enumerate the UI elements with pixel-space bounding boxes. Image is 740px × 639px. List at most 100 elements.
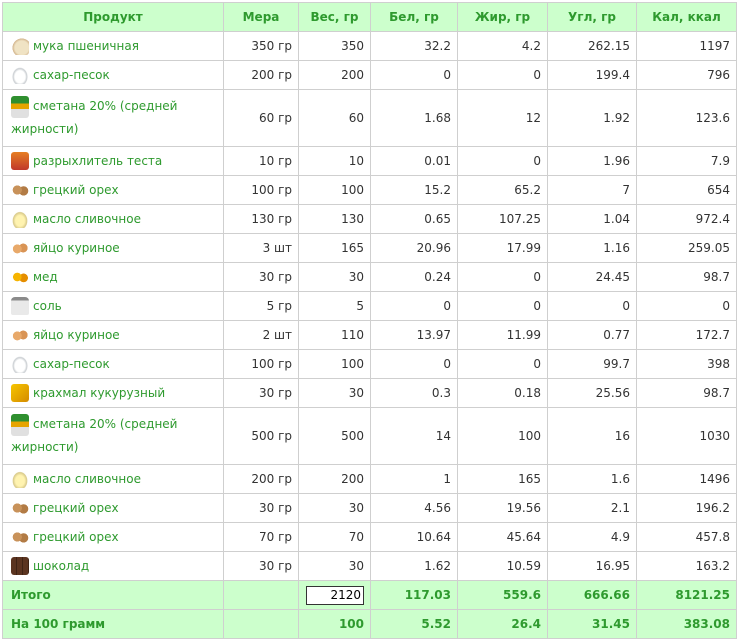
carbs-cell: 16 xyxy=(547,407,637,465)
product-cell: шоколад xyxy=(2,551,224,581)
table-row: мед 30 гр 30 0.24 0 24.45 98.7 xyxy=(2,262,737,292)
kcal-cell: 98.7 xyxy=(636,378,737,408)
walnut-icon xyxy=(11,499,29,517)
measure-cell: 30 гр xyxy=(223,551,299,581)
carbs-cell: 199.4 xyxy=(547,60,637,90)
protein-cell: 1.62 xyxy=(370,551,458,581)
product-name-link[interactable]: мука пшеничная xyxy=(33,39,139,53)
product-name-link[interactable]: шоколад xyxy=(33,559,89,573)
product-name-link[interactable]: масло сливочное xyxy=(33,472,141,486)
sour-cream-icon xyxy=(11,413,29,436)
header-product: Продукт xyxy=(2,2,224,32)
kcal-cell: 7.9 xyxy=(636,146,737,176)
per100-fat: 26.4 xyxy=(457,609,548,639)
carbs-cell: 1.96 xyxy=(547,146,637,176)
weight-cell: 200 xyxy=(298,60,371,90)
sugar-icon xyxy=(11,355,29,373)
protein-cell: 0 xyxy=(370,349,458,379)
measure-cell: 350 гр xyxy=(223,31,299,61)
table-row: сметана 20% (средней жирности) 60 гр 60 1.6… xyxy=(2,89,737,147)
table-row: грецкий орех 70 гр 70 10.64 45.64 4.9 457.8 xyxy=(2,522,737,552)
weight-cell: 60 xyxy=(298,89,371,147)
header-carbs: Угл, гр xyxy=(547,2,637,32)
product-name-link[interactable]: соль xyxy=(33,299,62,313)
protein-cell: 0 xyxy=(370,60,458,90)
kcal-cell: 123.6 xyxy=(636,89,737,147)
weight-cell: 500 xyxy=(298,407,371,465)
fat-cell: 12 xyxy=(457,89,548,147)
kcal-cell: 457.8 xyxy=(636,522,737,552)
fat-cell: 19.56 xyxy=(457,493,548,523)
product-name-link[interactable]: масло сливочное xyxy=(33,212,141,226)
measure-cell: 500 гр xyxy=(223,407,299,465)
weight-cell: 100 xyxy=(298,349,371,379)
sugar-icon xyxy=(11,66,29,84)
kcal-cell: 163.2 xyxy=(636,551,737,581)
protein-cell: 1 xyxy=(370,464,458,494)
carbs-cell: 1.92 xyxy=(547,89,637,147)
product-cell: мед xyxy=(2,262,224,292)
nutrition-table: Продукт Мера Вес, гр Бел, гр Жир, гр Угл… xyxy=(2,2,737,639)
weight-cell: 5 xyxy=(298,291,371,321)
product-cell: сахар-песок xyxy=(2,60,224,90)
kcal-cell: 98.7 xyxy=(636,262,737,292)
carbs-cell: 7 xyxy=(547,175,637,205)
measure-cell: 5 гр xyxy=(223,291,299,321)
total-label: Итого xyxy=(2,580,224,610)
product-name-link[interactable]: мед xyxy=(33,270,58,284)
header-row: Продукт Мера Вес, гр Бел, гр Жир, гр Угл… xyxy=(2,2,737,32)
kcal-cell: 172.7 xyxy=(636,320,737,350)
kcal-cell: 1197 xyxy=(636,31,737,61)
measure-cell: 100 гр xyxy=(223,349,299,379)
protein-cell: 15.2 xyxy=(370,175,458,205)
fat-cell: 10.59 xyxy=(457,551,548,581)
corn-starch-icon xyxy=(11,384,29,402)
carbs-cell: 4.9 xyxy=(547,522,637,552)
carbs-cell: 0.77 xyxy=(547,320,637,350)
total-protein: 117.03 xyxy=(370,580,458,610)
product-name-link[interactable]: грецкий орех xyxy=(33,530,119,544)
product-name-link[interactable]: грецкий орех xyxy=(33,501,119,515)
product-name-link[interactable]: яйцо куриное xyxy=(33,241,120,255)
weight-cell: 200 xyxy=(298,464,371,494)
total-weight-input[interactable] xyxy=(306,585,364,605)
weight-cell: 30 xyxy=(298,493,371,523)
product-name-link[interactable]: сахар-песок xyxy=(33,357,110,371)
walnut-icon xyxy=(11,181,29,199)
table-row: мука пшеничная 350 гр 350 32.2 4.2 262.15 1197 xyxy=(2,31,737,61)
weight-cell: 30 xyxy=(298,551,371,581)
per100-protein: 5.52 xyxy=(370,609,458,639)
product-name-link[interactable]: сметана 20% (средней жирности) xyxy=(11,99,177,136)
protein-cell: 0.01 xyxy=(370,146,458,176)
fat-cell: 0 xyxy=(457,291,548,321)
header-measure: Мера xyxy=(223,2,299,32)
product-name-link[interactable]: яйцо куриное xyxy=(33,328,120,342)
fat-cell: 4.2 xyxy=(457,31,548,61)
fat-cell: 0.18 xyxy=(457,378,548,408)
product-cell: грецкий орех xyxy=(2,493,224,523)
kcal-cell: 259.05 xyxy=(636,233,737,263)
product-name-link[interactable]: разрыхлитель теста xyxy=(33,154,162,168)
fat-cell: 0 xyxy=(457,60,548,90)
protein-cell: 32.2 xyxy=(370,31,458,61)
kcal-cell: 1496 xyxy=(636,464,737,494)
measure-cell: 2 шт xyxy=(223,320,299,350)
fat-cell: 11.99 xyxy=(457,320,548,350)
product-cell: яйцо куриное xyxy=(2,320,224,350)
product-name-link[interactable]: крахмал кукурузный xyxy=(33,386,165,400)
protein-cell: 4.56 xyxy=(370,493,458,523)
product-name-link[interactable]: грецкий орех xyxy=(33,183,119,197)
sour-cream-icon xyxy=(11,95,29,118)
product-name-link[interactable]: сахар-песок xyxy=(33,68,110,82)
kcal-cell: 398 xyxy=(636,349,737,379)
product-name-link[interactable]: сметана 20% (средней жирности) xyxy=(11,417,177,454)
carbs-cell: 0 xyxy=(547,291,637,321)
protein-cell: 14 xyxy=(370,407,458,465)
measure-cell: 60 гр xyxy=(223,89,299,147)
measure-cell: 70 гр xyxy=(223,522,299,552)
fat-cell: 17.99 xyxy=(457,233,548,263)
fat-cell: 0 xyxy=(457,262,548,292)
header-fat: Жир, гр xyxy=(457,2,548,32)
product-cell: сметана 20% (средней жирности) xyxy=(2,89,224,147)
flour-icon xyxy=(11,37,29,55)
